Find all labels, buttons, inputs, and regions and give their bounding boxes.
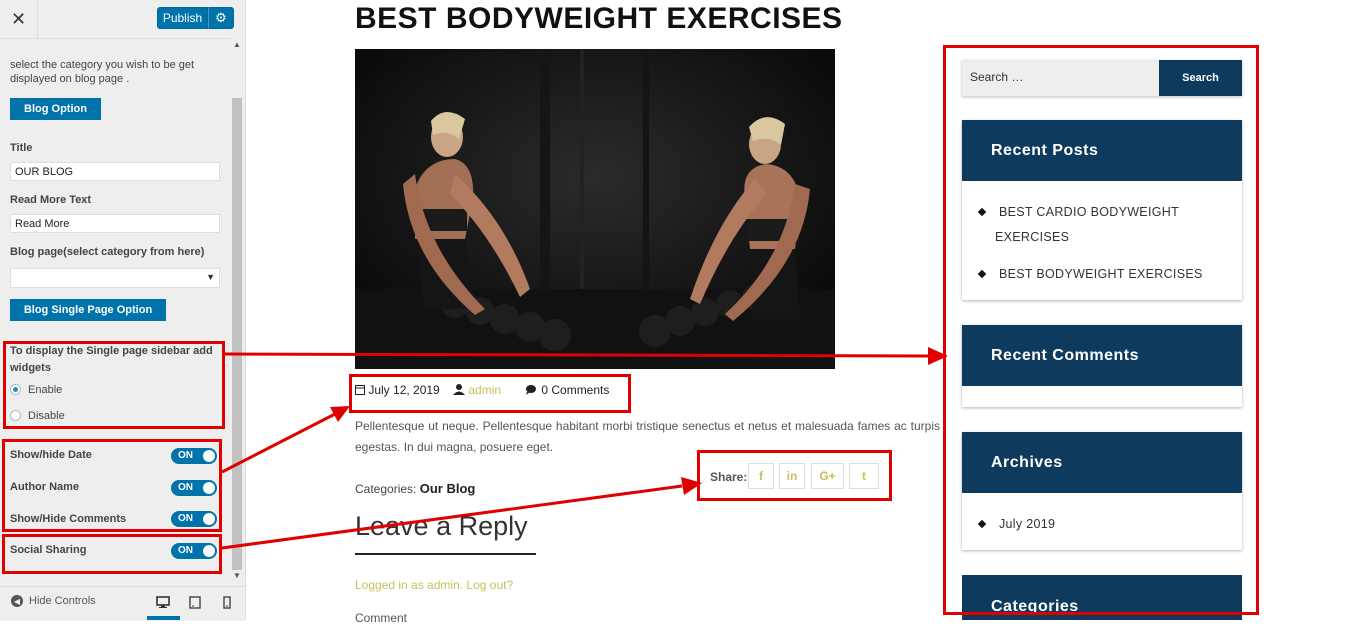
annotation-arrows bbox=[221, 347, 948, 550]
